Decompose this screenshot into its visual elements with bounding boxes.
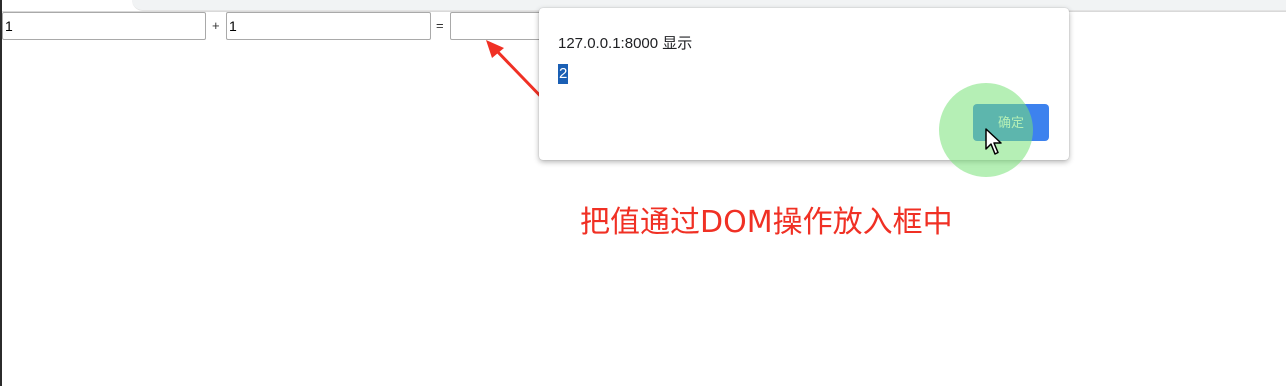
window-edge	[0, 0, 2, 386]
annotation-caption: 把值通过DOM操作放入框中	[580, 205, 953, 240]
dialog-origin-text: 127.0.0.1:8000 显示	[558, 35, 693, 52]
equals-sign: =	[436, 18, 444, 33]
dialog-message: 2	[558, 64, 569, 84]
second-number-input[interactable]	[226, 12, 431, 40]
result-input[interactable]	[450, 12, 550, 40]
plus-sign: +	[212, 18, 220, 33]
first-number-input[interactable]	[2, 12, 206, 40]
mouse-pointer-icon	[985, 128, 1002, 155]
